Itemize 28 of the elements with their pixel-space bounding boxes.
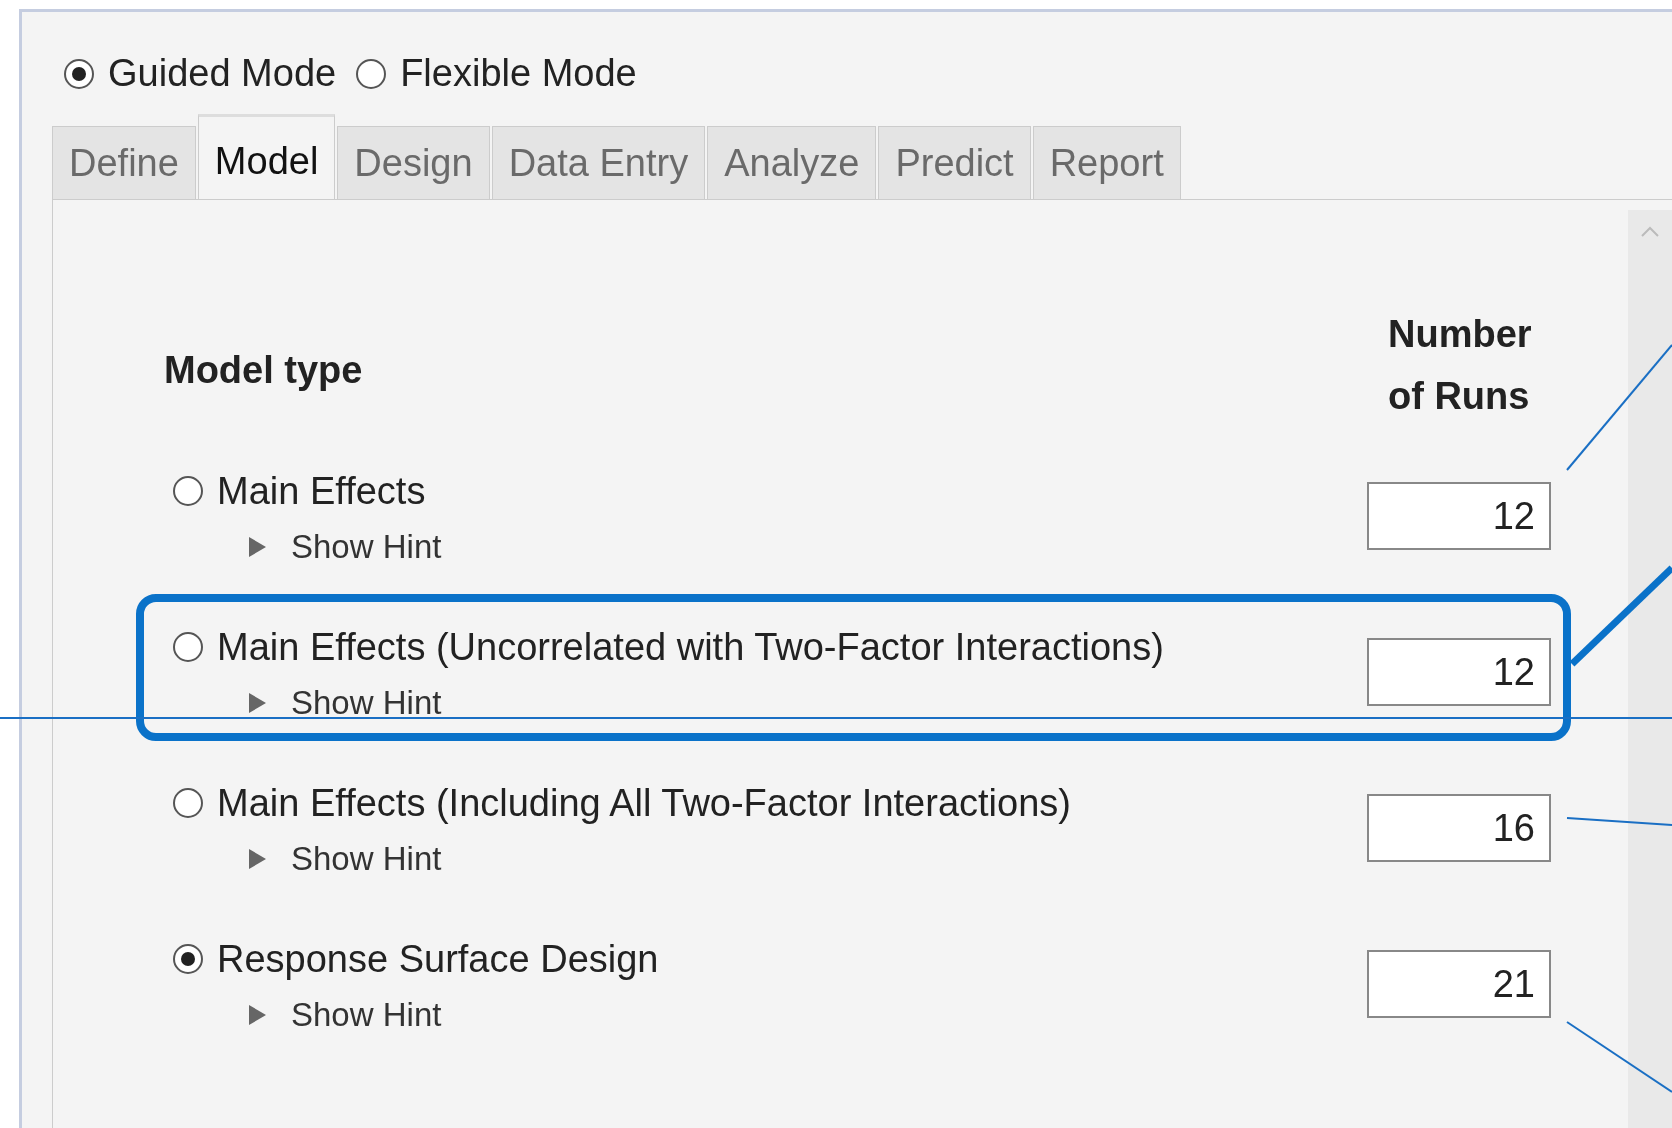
show-hint-link[interactable]: Show Hint <box>291 996 442 1034</box>
runs-field[interactable]: 12 <box>1367 638 1551 706</box>
tab[interactable]: Define <box>52 126 196 199</box>
scrollbar[interactable] <box>1628 210 1672 1128</box>
tab[interactable]: Report <box>1032 126 1181 199</box>
show-hint-link[interactable]: Show Hint <box>291 528 442 566</box>
runs-heading: Number of Runs <box>1388 312 1533 419</box>
disclosure-triangle-icon[interactable] <box>247 848 267 870</box>
tab[interactable]: Predict <box>878 126 1031 199</box>
disclosure-triangle-icon[interactable] <box>247 692 267 714</box>
runs-field[interactable]: 16 <box>1367 794 1551 862</box>
tab[interactable]: Model <box>197 114 336 199</box>
disclosure-triangle-icon[interactable] <box>247 536 267 558</box>
mode-radio[interactable]: Guided Mode <box>64 52 337 95</box>
runs-field[interactable]: 12 <box>1367 482 1551 550</box>
model-radio[interactable]: Main Effects (Including All Two-Factor Interactions) <box>173 778 1367 828</box>
tab[interactable]: Analyze <box>707 126 877 199</box>
model-type-heading: Model type <box>164 348 363 392</box>
tab[interactable]: Design <box>337 126 490 199</box>
mode-radio[interactable]: Flexible Mode <box>356 52 637 95</box>
disclosure-triangle-icon[interactable] <box>247 1004 267 1026</box>
show-hint-link[interactable]: Show Hint <box>291 684 442 722</box>
model-radio[interactable]: Main Effects <box>173 466 1367 516</box>
runs-field[interactable]: 21 <box>1367 950 1551 1018</box>
tab[interactable]: Data Entry <box>491 126 706 199</box>
show-hint-link[interactable]: Show Hint <box>291 840 442 878</box>
model-radio[interactable]: Main Effects (Uncorrelated with Two-Factor Interactions) <box>173 622 1367 672</box>
model-radio[interactable]: Response Surface Design <box>173 934 1367 984</box>
